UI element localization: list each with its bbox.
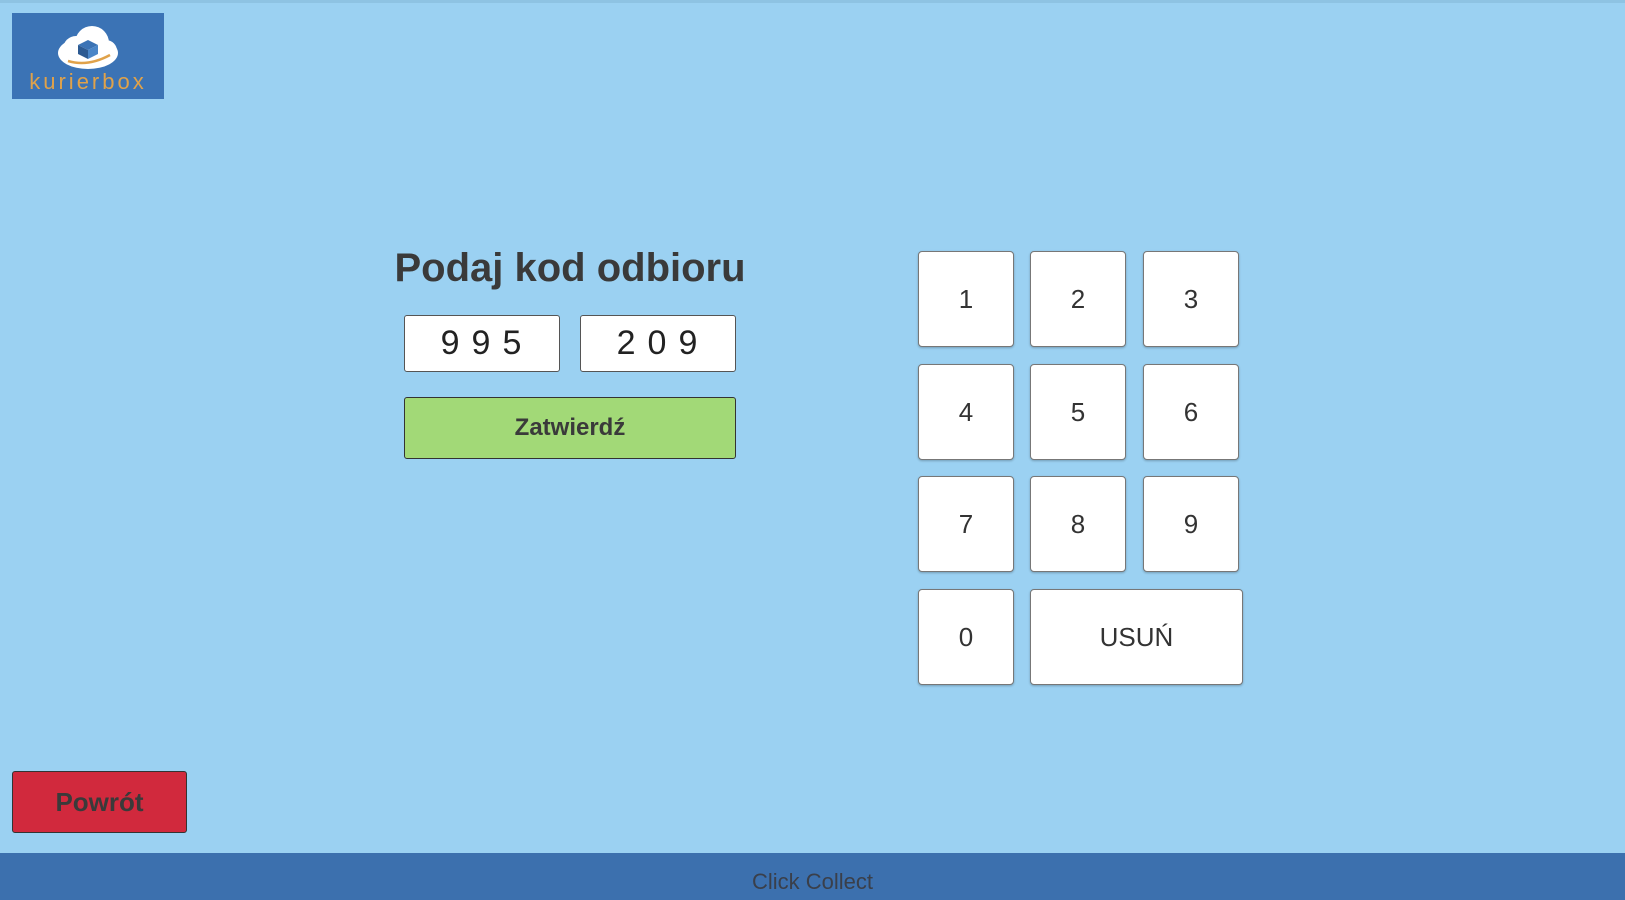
keypad-key-0[interactable]: 0 <box>918 589 1014 685</box>
logo-text: kurierbox <box>29 69 147 94</box>
keypad-key-7[interactable]: 7 <box>918 476 1014 572</box>
keypad-key-8[interactable]: 8 <box>1030 476 1126 572</box>
logo: kurierbox <box>12 13 164 99</box>
keypad-key-5[interactable]: 5 <box>1030 364 1126 460</box>
keypad-key-2[interactable]: 2 <box>1030 251 1126 347</box>
back-button[interactable]: Powrót <box>12 771 187 833</box>
top-strip <box>0 0 1625 3</box>
code-part-1-input[interactable] <box>404 315 560 372</box>
keypad-key-9[interactable]: 9 <box>1143 476 1239 572</box>
keypad-delete-button[interactable]: USUŃ <box>1030 589 1243 685</box>
footer-text: Click Collect <box>751 869 874 894</box>
page-title: Podaj kod odbioru <box>394 246 746 290</box>
keypad-key-1[interactable]: 1 <box>918 251 1014 347</box>
keypad-key-6[interactable]: 6 <box>1143 364 1239 460</box>
keypad-key-3[interactable]: 3 <box>1143 251 1239 347</box>
confirm-button[interactable]: Zatwierdź <box>404 397 736 459</box>
cloud-box-icon <box>58 26 118 69</box>
footer: Click Collect <box>0 853 1625 900</box>
code-part-2-input[interactable] <box>580 315 736 372</box>
keypad-key-4[interactable]: 4 <box>918 364 1014 460</box>
